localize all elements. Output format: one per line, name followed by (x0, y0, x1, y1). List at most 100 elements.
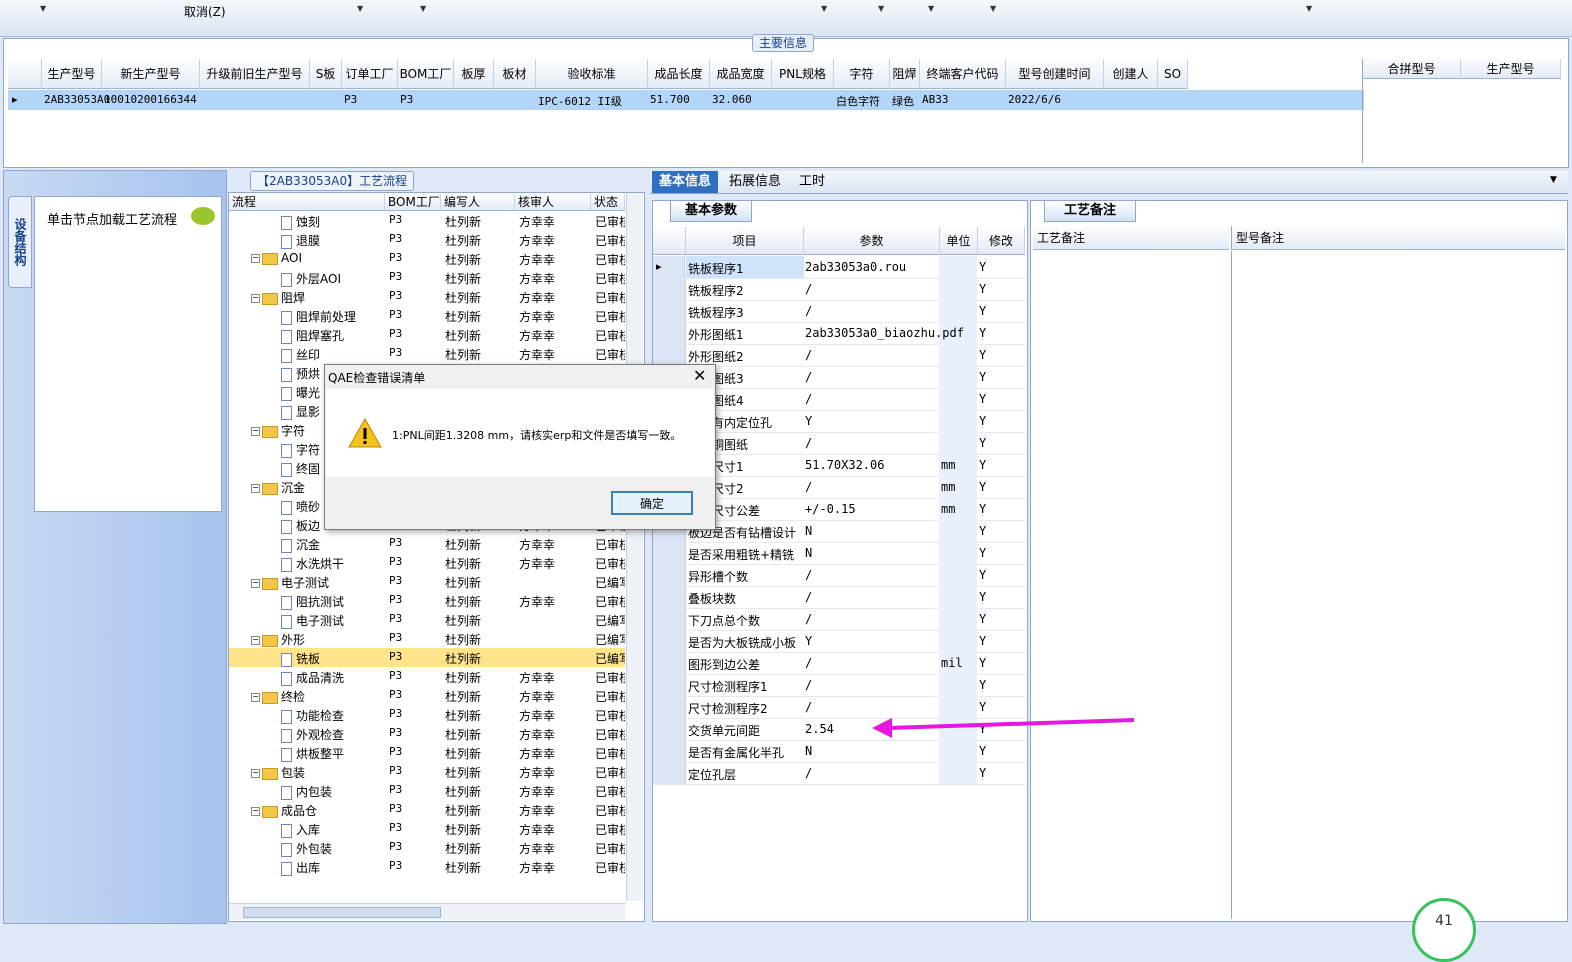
tree-node[interactable]: − AOI P3 杜列新 方幸幸 已审核 (229, 249, 625, 268)
param-value[interactable]: / (805, 766, 812, 780)
horizontal-scrollbar[interactable] (229, 903, 625, 920)
table-row[interactable]: 2AB33053A0 10010200166344 P3 P3 IPC-6012 II级… (8, 90, 1364, 110)
tree-node[interactable]: 阻焊前处理 P3 杜列新 方幸幸 已审核 (229, 306, 625, 325)
column-header[interactable]: 修改 (978, 227, 1025, 255)
tab-work-hours[interactable]: 工时 (792, 171, 832, 193)
column-header[interactable]: 核审人 (515, 194, 591, 211)
row-selector[interactable] (653, 630, 686, 652)
tree-node[interactable]: 功能检查 P3 杜列新 方幸幸 已审核 (229, 705, 625, 724)
param-value[interactable]: Y (805, 634, 812, 648)
load-process-box[interactable]: 单击节点加载工艺流程 (34, 196, 222, 512)
param-value[interactable]: / (805, 700, 812, 714)
column-header[interactable]: PNL规格 (772, 59, 834, 89)
param-value[interactable]: / (805, 480, 812, 494)
tree-node[interactable]: 阻焊塞孔 P3 杜列新 方幸幸 已审核 (229, 325, 625, 344)
tree-node[interactable]: 阻抗测试 P3 杜列新 方幸幸 已审核 (229, 591, 625, 610)
tree-node[interactable]: 蚀刻 P3 杜列新 方幸幸 已审核 (229, 211, 625, 230)
dropdown-caret-icon[interactable]: ▼ (1306, 4, 1312, 13)
column-header[interactable]: 参数 (804, 227, 940, 255)
column-header[interactable]: SO (1158, 59, 1188, 89)
column-header[interactable]: 单位 (940, 227, 978, 255)
param-value[interactable]: / (805, 348, 812, 362)
param-value[interactable]: / (805, 678, 812, 692)
param-row[interactable]: ▸ 铣板程序1 2ab33053a0.rou Y (653, 256, 1025, 279)
column-header[interactable]: BOM工厂 (385, 194, 441, 211)
row-selector[interactable] (653, 696, 686, 718)
tab-extended-info[interactable]: 拓展信息 (722, 171, 788, 193)
tree-node[interactable]: 外观检查 P3 杜列新 方幸幸 已审核 (229, 724, 625, 743)
tree-node[interactable]: − 电子测试 P3 杜列新 已编写 (229, 572, 625, 591)
tab-equipment-structure[interactable]: 设备结构 (8, 196, 32, 288)
row-selector[interactable] (653, 586, 686, 608)
column-header[interactable]: 编写人 (441, 194, 515, 211)
column-header[interactable]: 阻焊 (890, 59, 920, 89)
dropdown-caret-icon[interactable]: ▼ (420, 4, 426, 13)
tree-node[interactable]: 出库 P3 杜列新 方幸幸 已审核 (229, 857, 625, 876)
column-header[interactable]: 生产型号 (1461, 59, 1561, 79)
param-value[interactable]: N (805, 546, 812, 560)
collapse-icon[interactable]: − (251, 807, 260, 816)
tree-node[interactable]: 烘板整平 P3 杜列新 方幸幸 已审核 (229, 743, 625, 762)
param-value[interactable]: / (805, 282, 812, 296)
tree-node[interactable]: − 阻焊 P3 杜列新 方幸幸 已审核 (229, 287, 625, 306)
column-header[interactable]: 合拼型号 (1363, 59, 1461, 79)
tree-node[interactable]: 退膜 P3 杜列新 方幸幸 已审核 (229, 230, 625, 249)
collapse-icon[interactable]: − (251, 294, 260, 303)
ok-button[interactable]: 确定 (611, 491, 693, 515)
tab-process-notes[interactable]: 工艺备注 (1044, 200, 1136, 222)
dropdown-caret-icon[interactable]: ▼ (40, 4, 46, 13)
param-row[interactable]: 尺寸检测程序1 / Y (653, 674, 1025, 697)
param-row[interactable]: 是否有金属化半孔 N Y (653, 740, 1025, 763)
tree-node[interactable]: 电子测试 P3 杜列新 已编写 (229, 610, 625, 629)
tree-node[interactable]: 铣板 P3 杜列新 已编写 (229, 648, 625, 667)
param-value[interactable]: / (805, 392, 812, 406)
progress-badge[interactable]: 41 (1412, 898, 1476, 962)
dropdown-caret-icon[interactable]: ▼ (821, 4, 827, 13)
column-header[interactable]: 升级前旧生产型号 (200, 59, 310, 89)
tab-basic-info[interactable]: 基本信息 (652, 171, 719, 193)
param-value[interactable]: Y (805, 414, 812, 428)
param-row[interactable]: 铣板程序2 / Y (653, 278, 1025, 301)
column-header[interactable]: 状态 (591, 194, 625, 211)
param-value[interactable]: 2ab33053a0_biaozhu.pdf (805, 326, 964, 340)
column-header[interactable]: 型号创建时间 (1006, 59, 1104, 89)
collapse-icon[interactable]: − (251, 769, 260, 778)
column-header[interactable]: 项目 (686, 227, 804, 255)
param-value[interactable]: / (805, 370, 812, 384)
column-header[interactable]: 板厚 (454, 59, 494, 89)
column-header[interactable]: 终端客户代码 (920, 59, 1006, 89)
param-row[interactable]: 定位孔层 / Y (653, 762, 1025, 785)
param-value[interactable]: 51.70X32.06 (805, 458, 884, 472)
collapse-icon[interactable]: − (251, 636, 260, 645)
row-selector[interactable] (653, 300, 686, 322)
param-value[interactable]: / (805, 304, 812, 318)
cancel-button[interactable]: 取消(Z) (184, 3, 226, 20)
param-value[interactable]: 2ab33053a0.rou (805, 260, 906, 274)
tree-node[interactable]: 内包装 P3 杜列新 方幸幸 已审核 (229, 781, 625, 800)
tree-node[interactable]: 外包装 P3 杜列新 方幸幸 已审核 (229, 838, 625, 857)
row-selector[interactable] (653, 542, 686, 564)
row-selector[interactable] (653, 322, 686, 344)
tree-node[interactable]: 外层AOI P3 杜列新 方幸幸 已审核 (229, 268, 625, 287)
column-header[interactable]: 板材 (494, 59, 536, 89)
param-row[interactable]: 图形到边公差 / mil Y (653, 652, 1025, 675)
param-row[interactable]: 下刀点总个数 / Y (653, 608, 1025, 631)
collapse-icon[interactable]: − (251, 484, 260, 493)
row-selector[interactable] (653, 740, 686, 762)
tree-node[interactable]: − 外形 P3 杜列新 已编写 (229, 629, 625, 648)
param-value[interactable]: / (805, 436, 812, 450)
column-header[interactable]: 生产型号 (42, 59, 102, 89)
row-selector[interactable] (653, 564, 686, 586)
dropdown-caret-icon[interactable]: ▼ (1550, 175, 1557, 185)
tree-node[interactable]: 丝印 P3 杜列新 方幸幸 已审核 (229, 344, 625, 363)
tree-node[interactable]: 入库 P3 杜列新 方幸幸 已审核 (229, 819, 625, 838)
dropdown-caret-icon[interactable]: ▼ (990, 4, 996, 13)
param-row[interactable]: 铣板程序3 / Y (653, 300, 1025, 323)
row-selector[interactable] (653, 344, 686, 366)
column-header[interactable]: S板 (310, 59, 342, 89)
tree-node[interactable]: − 包装 P3 杜列新 方幸幸 已审核 (229, 762, 625, 781)
column-header[interactable]: BOM工厂 (398, 59, 454, 89)
row-selector[interactable] (653, 278, 686, 300)
param-row[interactable]: 叠板块数 / Y (653, 586, 1025, 609)
tree-node[interactable]: 水洗烘干 P3 杜列新 方幸幸 已审核 (229, 553, 625, 572)
